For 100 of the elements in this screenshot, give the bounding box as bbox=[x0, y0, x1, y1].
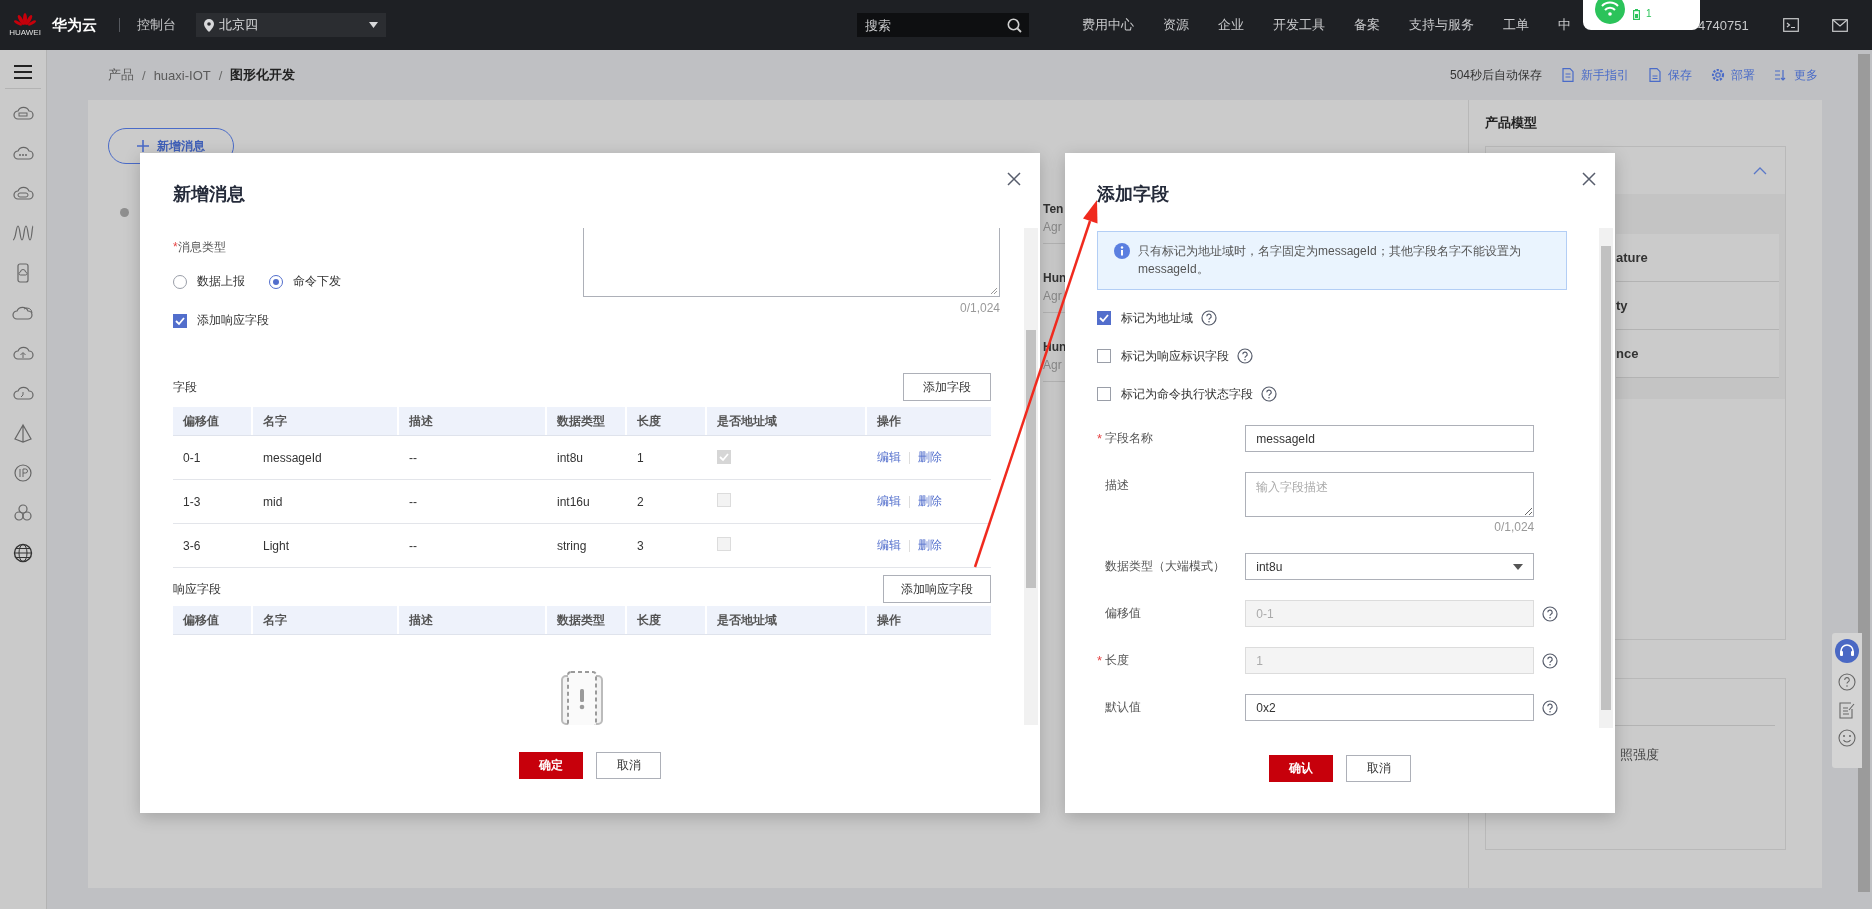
column-header: 名字 bbox=[253, 606, 399, 634]
scrollbar-thumb[interactable] bbox=[1858, 54, 1870, 892]
confirm-button[interactable]: 确定 bbox=[519, 752, 583, 779]
nav-link[interactable]: 企业 bbox=[1218, 16, 1244, 34]
column-header: 是否地址域 bbox=[707, 407, 867, 435]
timeline-dot bbox=[120, 208, 129, 217]
checkbox-label: 标记为响应标识字段 bbox=[1121, 347, 1229, 365]
chevron-up-icon[interactable] bbox=[1753, 166, 1767, 175]
table-cell-text: -- bbox=[408, 450, 418, 465]
table-cell-text: 1-3 bbox=[182, 494, 202, 509]
search-field[interactable]: 搜索 bbox=[857, 13, 1029, 37]
mail-icon[interactable] bbox=[1832, 18, 1848, 32]
property-item[interactable]: ature bbox=[1616, 234, 1779, 282]
note-icon[interactable] bbox=[1838, 701, 1856, 719]
account-id[interactable]: 4740751 bbox=[1698, 17, 1749, 33]
nav-link[interactable]: 费用中心 bbox=[1082, 16, 1134, 34]
region-select[interactable]: 北京四 bbox=[196, 13, 386, 37]
battery-count: 1 bbox=[1646, 8, 1652, 19]
cancel-button[interactable]: 取消 bbox=[1346, 755, 1411, 782]
help-icon[interactable] bbox=[1838, 673, 1856, 691]
help-icon[interactable] bbox=[1201, 310, 1217, 326]
option-label: 命令下发 bbox=[293, 273, 341, 290]
list-icon bbox=[1774, 68, 1788, 82]
text-area[interactable]: 输入字段描述 bbox=[1245, 472, 1535, 517]
section-label: 字段 bbox=[173, 378, 197, 396]
radio-button[interactable] bbox=[269, 274, 283, 289]
table-cell-text: string bbox=[556, 538, 588, 553]
logo-icon bbox=[13, 13, 37, 29]
gear-icon bbox=[1711, 68, 1725, 82]
terminal-icon[interactable] bbox=[1783, 18, 1799, 32]
property-item[interactable]: nce bbox=[1616, 330, 1779, 378]
panel-title: 产品模型 bbox=[1485, 114, 1538, 132]
console-link[interactable]: 控制台 bbox=[137, 16, 176, 34]
wave-icon[interactable] bbox=[12, 223, 34, 243]
table-cell-text: -- bbox=[408, 494, 418, 509]
checkbox[interactable] bbox=[1097, 311, 1111, 325]
circle-icon[interactable] bbox=[12, 463, 34, 483]
nav-link[interactable]: 开发工具 bbox=[1273, 16, 1325, 34]
breadcrumb-separator: / bbox=[218, 67, 223, 83]
add-button[interactable]: 添加字段 bbox=[903, 373, 991, 401]
nav-link[interactable]: 工单 bbox=[1503, 16, 1529, 34]
radio-button[interactable] bbox=[173, 274, 187, 289]
nav-link[interactable]: 资源 bbox=[1163, 16, 1189, 34]
help-icon[interactable] bbox=[1542, 699, 1559, 716]
character-counter: 0/1,024 bbox=[1493, 520, 1535, 534]
breadcrumb-link[interactable]: 产品 bbox=[108, 66, 134, 84]
breadcrumb-link[interactable]: huaxi-IOT bbox=[153, 67, 211, 83]
menu-icon[interactable] bbox=[12, 62, 34, 82]
table-cell-text: messageId bbox=[262, 450, 323, 465]
column-header: 操作 bbox=[876, 611, 902, 629]
headset-icon[interactable] bbox=[1835, 639, 1859, 663]
dropdown[interactable]: int8u bbox=[1245, 553, 1535, 580]
caret-icon bbox=[369, 22, 378, 28]
table-cell-text: int16u bbox=[556, 494, 591, 509]
globe-icon[interactable] bbox=[12, 543, 34, 563]
text-field[interactable]: 0x2 bbox=[1245, 694, 1535, 721]
column-header: 长度 bbox=[627, 606, 707, 634]
property-item[interactable]: 照强度 bbox=[1620, 746, 1785, 764]
required-mark: * bbox=[1097, 431, 1104, 446]
table-cell-text: int8u bbox=[556, 450, 585, 465]
field-label: 数据类型（大端模式） bbox=[1105, 558, 1225, 575]
nav-link[interactable]: 支持与服务 bbox=[1409, 16, 1474, 34]
scrollbar-thumb[interactable] bbox=[1601, 246, 1611, 710]
autosave-status: 504秒后自动保存 bbox=[1449, 66, 1542, 84]
scrollbar-thumb[interactable] bbox=[1026, 330, 1036, 588]
checkbox[interactable] bbox=[1097, 387, 1111, 401]
help-icon[interactable] bbox=[1261, 386, 1277, 402]
nav-link[interactable]: 备案 bbox=[1354, 16, 1380, 34]
table-cell-text: Light bbox=[262, 538, 291, 553]
help-icon[interactable] bbox=[1237, 348, 1253, 364]
property-item[interactable]: ty bbox=[1616, 282, 1779, 330]
three-circles-icon[interactable] bbox=[12, 503, 34, 523]
field-label: 字段名称 bbox=[1105, 430, 1153, 447]
smiley-icon[interactable] bbox=[1838, 729, 1856, 747]
brand-name[interactable]: 华为云 bbox=[52, 15, 97, 35]
close-icon[interactable] bbox=[1007, 172, 1021, 186]
cancel-button[interactable]: 取消 bbox=[596, 752, 661, 779]
plus-icon bbox=[137, 140, 149, 152]
document-icon bbox=[1648, 68, 1662, 82]
field-label: 长度 bbox=[1105, 652, 1129, 669]
column-header: 偏移值 bbox=[173, 407, 253, 435]
dialog-title: 添加字段 bbox=[1097, 183, 1170, 206]
checkbox[interactable] bbox=[173, 313, 187, 328]
text-field[interactable]: messageId bbox=[1245, 425, 1535, 452]
table-cell-text: 0-1 bbox=[182, 450, 202, 465]
checkbox[interactable] bbox=[1097, 349, 1111, 363]
add-button[interactable]: 添加响应字段 bbox=[883, 575, 991, 603]
column-header: 长度 bbox=[627, 407, 707, 435]
pyramid-icon[interactable] bbox=[12, 423, 34, 443]
close-icon[interactable] bbox=[1582, 172, 1596, 186]
table-cell-text: 2 bbox=[636, 494, 645, 509]
nav-link[interactable]: 中 bbox=[1558, 16, 1571, 34]
table-cell-text: 3 bbox=[636, 538, 645, 553]
field-label: 默认值 bbox=[1105, 699, 1141, 716]
resize-icon bbox=[990, 287, 997, 294]
logo-caption: HUAWEI bbox=[9, 29, 41, 37]
column-header: 操作 bbox=[876, 412, 902, 430]
character-counter: 0/1,024 bbox=[958, 301, 1000, 315]
confirm-button[interactable]: 确认 bbox=[1269, 755, 1333, 782]
empty-state-icon bbox=[560, 671, 604, 725]
